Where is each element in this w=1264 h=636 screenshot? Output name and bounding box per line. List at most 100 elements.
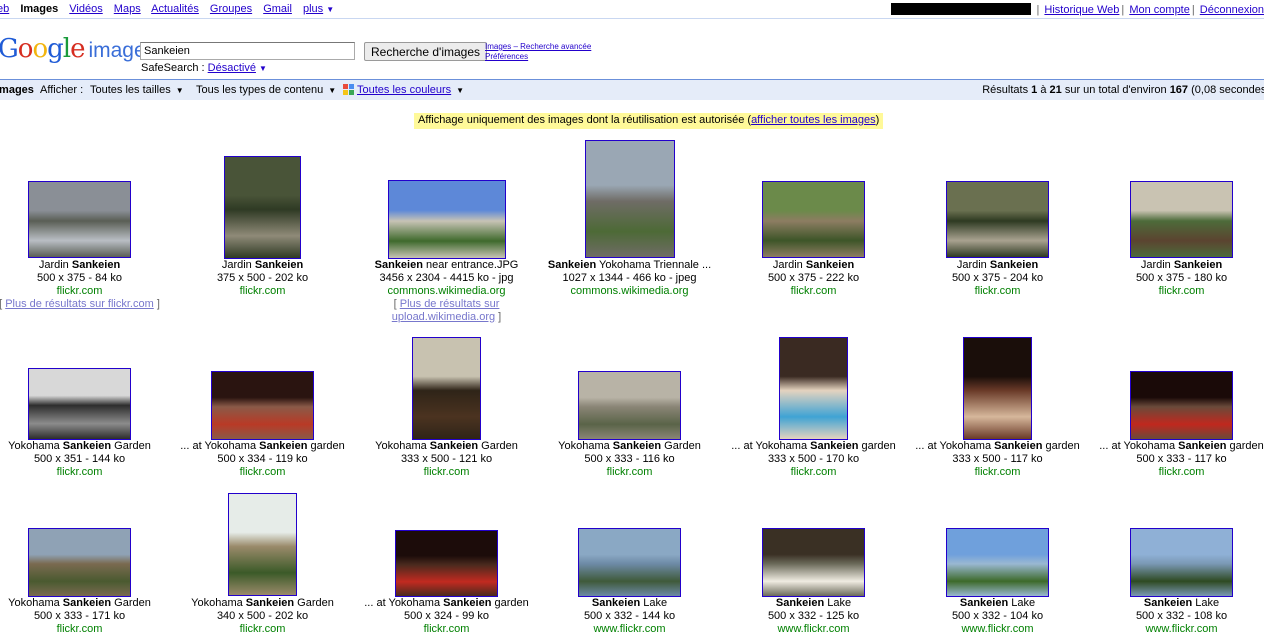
result-thumbnail[interactable] xyxy=(412,337,481,440)
result-thumbnail[interactable] xyxy=(28,181,131,258)
result-title-prefix: Yokohama xyxy=(375,440,430,452)
result-thumbnail[interactable] xyxy=(228,493,297,596)
result-title[interactable]: Jardin Sankeien xyxy=(0,259,171,272)
web-history-link[interactable]: Historique Web xyxy=(1044,4,1119,16)
result-title[interactable]: Yokohama Sankeien Garden xyxy=(0,440,171,453)
reuse-filter-notice: Affichage uniquement des images dont la … xyxy=(414,113,884,129)
nav-link-groups[interactable]: Groupes xyxy=(210,3,252,15)
my-account-link[interactable]: Mon compte xyxy=(1129,4,1190,16)
result-thumbnail[interactable] xyxy=(28,528,131,597)
result-thumbnail[interactable] xyxy=(1130,528,1233,597)
result-thumbnail[interactable] xyxy=(578,528,681,597)
result-title[interactable]: Yokohama Sankeien Garden xyxy=(171,597,354,610)
chevron-down-icon: ▼ xyxy=(328,86,337,95)
result-site: flickr.com xyxy=(423,623,470,635)
nav-link-videos[interactable]: Vidéos xyxy=(69,3,102,15)
result-title[interactable]: Jardin Sankeien xyxy=(171,259,354,272)
nav-link-news[interactable]: Actualités xyxy=(151,3,199,15)
result-thumbnail[interactable] xyxy=(762,528,865,597)
preferences-link[interactable]: Préférences xyxy=(485,52,591,62)
image-search-button[interactable]: Recherche d'images xyxy=(364,42,488,61)
result-title-keyword: Sankeien xyxy=(254,259,304,271)
show-all-images-link[interactable]: afficher toutes les images xyxy=(751,114,876,126)
result-title-prefix: Jardin xyxy=(221,259,255,271)
safesearch-chevron-icon[interactable]: ▼ xyxy=(259,64,267,73)
result-thumbnail[interactable] xyxy=(779,337,848,440)
result-dimensions: 500 x 375 - 222 ko xyxy=(767,272,860,284)
type-dropdown[interactable]: Tous les types de contenu ▼ xyxy=(196,84,336,96)
result-site: www.flickr.com xyxy=(777,623,850,635)
safesearch: SafeSearch : Désactivé ▼ xyxy=(141,62,267,74)
result-title-keyword: Sankeien xyxy=(994,440,1043,452)
size-dropdown[interactable]: Toutes les tailles ▼ xyxy=(90,84,184,96)
result-dimensions: 333 x 500 - 121 ko xyxy=(400,453,493,465)
result-thumbnail[interactable] xyxy=(946,181,1049,258)
result-title[interactable]: ... at Yokohama Sankeien garden xyxy=(171,440,354,453)
nav-link-gmail[interactable]: Gmail xyxy=(263,3,292,15)
advanced-search-link[interactable]: Images – Recherche avancée xyxy=(485,42,591,52)
result-title[interactable]: Yokohama Sankeien Garden xyxy=(355,440,538,453)
result-title[interactable]: ... at Yokohama Sankeien garden xyxy=(1090,440,1264,453)
bracket: ] xyxy=(153,298,160,310)
result-title[interactable]: Sankeien Lake xyxy=(538,597,721,610)
result-caption: ... at Yokohama Sankeien garden 500 x 334… xyxy=(171,440,354,479)
result-title-suffix: Lake xyxy=(640,597,668,609)
result-title-keyword: Sankeien xyxy=(443,597,492,609)
result-thumbnail[interactable] xyxy=(963,337,1032,440)
result-title[interactable]: Jardin Sankeien xyxy=(722,259,905,272)
safesearch-dropdown[interactable]: Désactivé xyxy=(208,62,256,74)
result-title[interactable]: ... at Yokohama Sankeien garden xyxy=(722,440,905,453)
sign-out-link[interactable]: Déconnexion xyxy=(1200,4,1264,16)
google-images-logo[interactable]: Google images xyxy=(0,34,156,66)
result-dimensions: 500 x 332 - 125 ko xyxy=(767,610,860,622)
result-title[interactable]: Sankeien Yokohama Triennale ... xyxy=(538,259,721,272)
result-title[interactable]: Jardin Sankeien xyxy=(906,259,1089,272)
result-thumbnail[interactable] xyxy=(224,156,301,259)
more-results-link[interactable]: Plus de résultats sur flickr.com xyxy=(5,298,154,310)
nav-item-images: Images xyxy=(20,3,59,15)
result-dimensions: 500 x 333 - 116 ko xyxy=(584,453,675,465)
result-thumbnail[interactable] xyxy=(762,181,865,258)
result-title-keyword: Sankeien xyxy=(810,440,859,452)
result-thumbnail[interactable] xyxy=(211,371,314,440)
more-dropdown-icon[interactable]: ▼ xyxy=(326,5,334,14)
result-thumbnail[interactable] xyxy=(1130,181,1233,258)
result-thumbnail[interactable] xyxy=(388,180,506,259)
result-thumbnail[interactable] xyxy=(1130,371,1233,440)
result-title-suffix: Garden xyxy=(111,597,151,609)
more-results-link[interactable]: Plus de résultats sur upload.wikimedia.o… xyxy=(392,298,500,323)
result-thumbnail[interactable] xyxy=(578,371,681,440)
result-thumbnail[interactable] xyxy=(395,530,498,597)
results-from: 1 xyxy=(1031,84,1038,96)
result-site: www.flickr.com xyxy=(593,623,666,635)
result-dimensions: 500 x 375 - 204 ko xyxy=(951,272,1044,284)
result-title[interactable]: Sankeien Lake xyxy=(722,597,905,610)
size-dropdown-label: Toutes les tailles xyxy=(90,84,171,96)
result-title[interactable]: Sankeien near entrance.JPG xyxy=(355,259,538,272)
result-title[interactable]: ... at Yokohama Sankeien garden xyxy=(906,440,1089,453)
result-title-prefix: Yokohama xyxy=(191,597,246,609)
result-title-suffix: Garden xyxy=(478,440,518,452)
nav-more-link[interactable]: plus xyxy=(303,3,323,15)
result-dimensions: 375 x 500 - 202 ko xyxy=(216,272,309,284)
result-title[interactable]: Yokohama Sankeien Garden xyxy=(0,597,171,610)
color-dropdown[interactable]: Toutes les couleurs ▼ xyxy=(343,84,464,96)
result-caption: Jardin Sankeien 500 x 375 - 204 ko flickr.… xyxy=(906,259,1089,298)
result-thumbnail[interactable] xyxy=(28,368,131,440)
result-title[interactable]: Sankeien Lake xyxy=(906,597,1089,610)
nav-link-web[interactable]: eb xyxy=(0,3,9,15)
result-thumbnail[interactable] xyxy=(946,528,1049,597)
result-title[interactable]: Yokohama Sankeien Garden xyxy=(538,440,721,453)
result-thumbnail[interactable] xyxy=(585,140,675,258)
result-title[interactable]: ... at Yokohama Sankeien garden xyxy=(355,597,538,610)
results-prefix: Résultats xyxy=(982,84,1029,96)
result-title-keyword: Sankeien xyxy=(1173,259,1223,271)
filter-bar-title: Images xyxy=(0,84,34,96)
result-title[interactable]: Sankeien Lake xyxy=(1090,597,1264,610)
result-caption: Yokohama Sankeien Garden 500 x 333 - 171 … xyxy=(0,597,171,636)
results-count: Résultats 1 à 21 sur un total d'environ … xyxy=(982,84,1264,96)
nav-link-maps[interactable]: Maps xyxy=(114,3,141,15)
result-title[interactable]: Jardin Sankeien xyxy=(1090,259,1264,272)
search-input[interactable] xyxy=(140,42,355,60)
result-site: flickr.com xyxy=(56,466,103,478)
